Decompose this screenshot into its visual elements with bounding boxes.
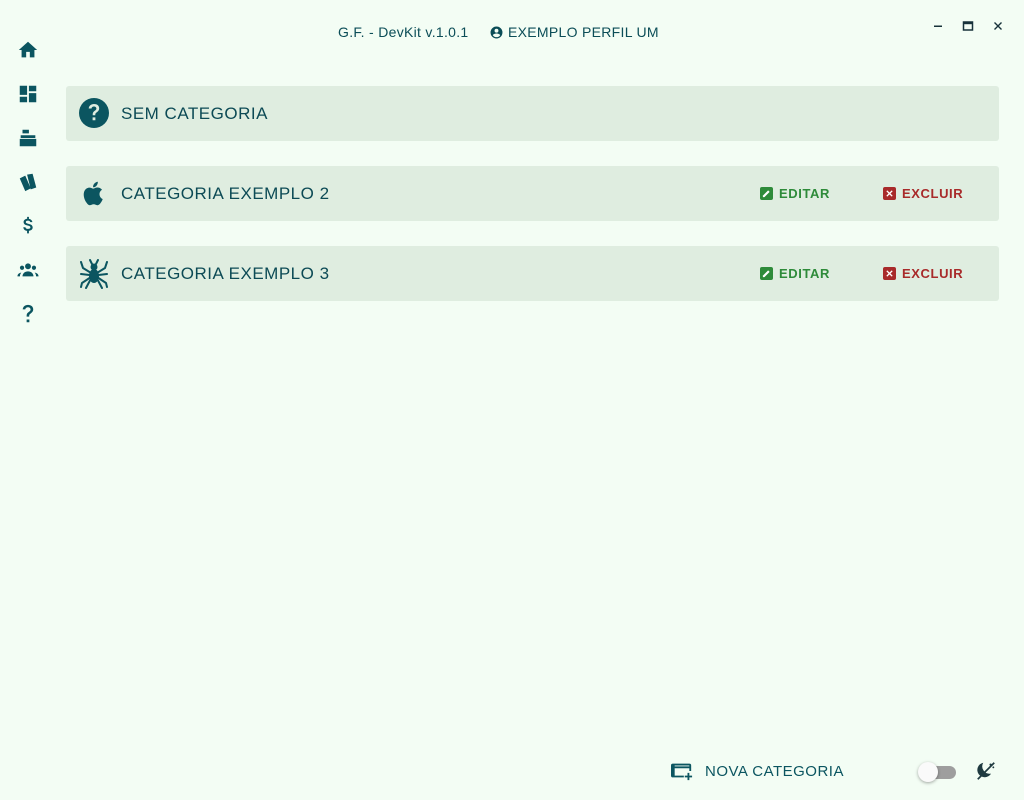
close-button[interactable]	[990, 18, 1006, 34]
delete-label: EXCLUIR	[902, 186, 964, 201]
theme-light-dark-icon	[977, 762, 995, 780]
sidebar-item-categories[interactable]	[14, 168, 42, 196]
dark-mode-toggle[interactable]	[918, 762, 958, 782]
new-category-label: NOVA CATEGORIA	[705, 762, 844, 780]
sidebar-item-cash-register[interactable]	[14, 124, 42, 152]
category-name: CATEGORIA EXEMPLO 3	[121, 264, 330, 283]
window-controls	[930, 18, 1006, 34]
question-circle-icon	[78, 97, 110, 129]
sidebar-item-help[interactable]	[14, 300, 42, 328]
close-box-icon	[883, 267, 896, 280]
minimize-icon	[934, 25, 942, 27]
maximize-button[interactable]	[960, 18, 976, 34]
category-cards-icon	[19, 173, 37, 192]
maximize-icon	[962, 21, 974, 31]
sidebar-item-finance[interactable]	[14, 212, 42, 240]
edit-label: EDITAR	[779, 186, 831, 201]
category-card[interactable]: CATEGORIA EXEMPLO 2 EDITAR EXCLUIR	[66, 166, 999, 221]
profile-name: EXEMPLO PERFIL UM	[508, 24, 659, 40]
profile-button[interactable]: EXEMPLO PERFIL UM	[490, 24, 659, 40]
sidebar	[0, 0, 56, 800]
edit-label: EDITAR	[779, 266, 831, 281]
app-window: G.F. - DevKit v.1.0.1 EXEMPLO PERFIL UM …	[0, 0, 1024, 800]
close-icon	[994, 22, 1002, 30]
pencil-icon	[760, 187, 773, 200]
apple-icon	[78, 177, 110, 209]
dashboard-icon	[19, 85, 37, 103]
people-icon	[17, 263, 39, 277]
spider-icon	[78, 257, 110, 289]
delete-button[interactable]: EXCLUIR	[883, 186, 963, 201]
edit-button[interactable]: EDITAR	[760, 266, 830, 281]
card-plus-icon	[671, 763, 693, 781]
delete-button[interactable]: EXCLUIR	[883, 266, 963, 281]
dollar-icon	[23, 216, 33, 234]
new-category-button[interactable]: NOVA CATEGORIA	[671, 760, 844, 782]
category-card[interactable]: CATEGORIA EXEMPLO 3 EDITAR EXCLUIR	[66, 246, 999, 301]
close-box-icon	[883, 187, 896, 200]
category-card[interactable]: SEM CATEGORIA	[66, 86, 999, 141]
category-name: SEM CATEGORIA	[121, 104, 268, 123]
pencil-icon	[760, 267, 773, 280]
title-bar: G.F. - DevKit v.1.0.1 EXEMPLO PERFIL UM	[0, 22, 1024, 44]
toggle-knob	[918, 762, 938, 782]
delete-label: EXCLUIR	[902, 266, 964, 281]
cash-register-icon	[19, 129, 37, 147]
category-name: CATEGORIA EXEMPLO 2	[121, 184, 330, 203]
theme-button[interactable]	[975, 760, 997, 782]
sidebar-item-dashboard[interactable]	[14, 80, 42, 108]
account-circle-icon	[490, 26, 503, 38]
sidebar-item-people[interactable]	[14, 256, 42, 284]
app-title: G.F. - DevKit v.1.0.1	[338, 24, 469, 40]
question-icon	[22, 304, 34, 323]
minimize-button[interactable]	[930, 18, 946, 34]
category-list: SEM CATEGORIA CATEGORIA EXEMPLO 2 EDITAR…	[66, 86, 999, 326]
edit-button[interactable]: EDITAR	[760, 186, 830, 201]
